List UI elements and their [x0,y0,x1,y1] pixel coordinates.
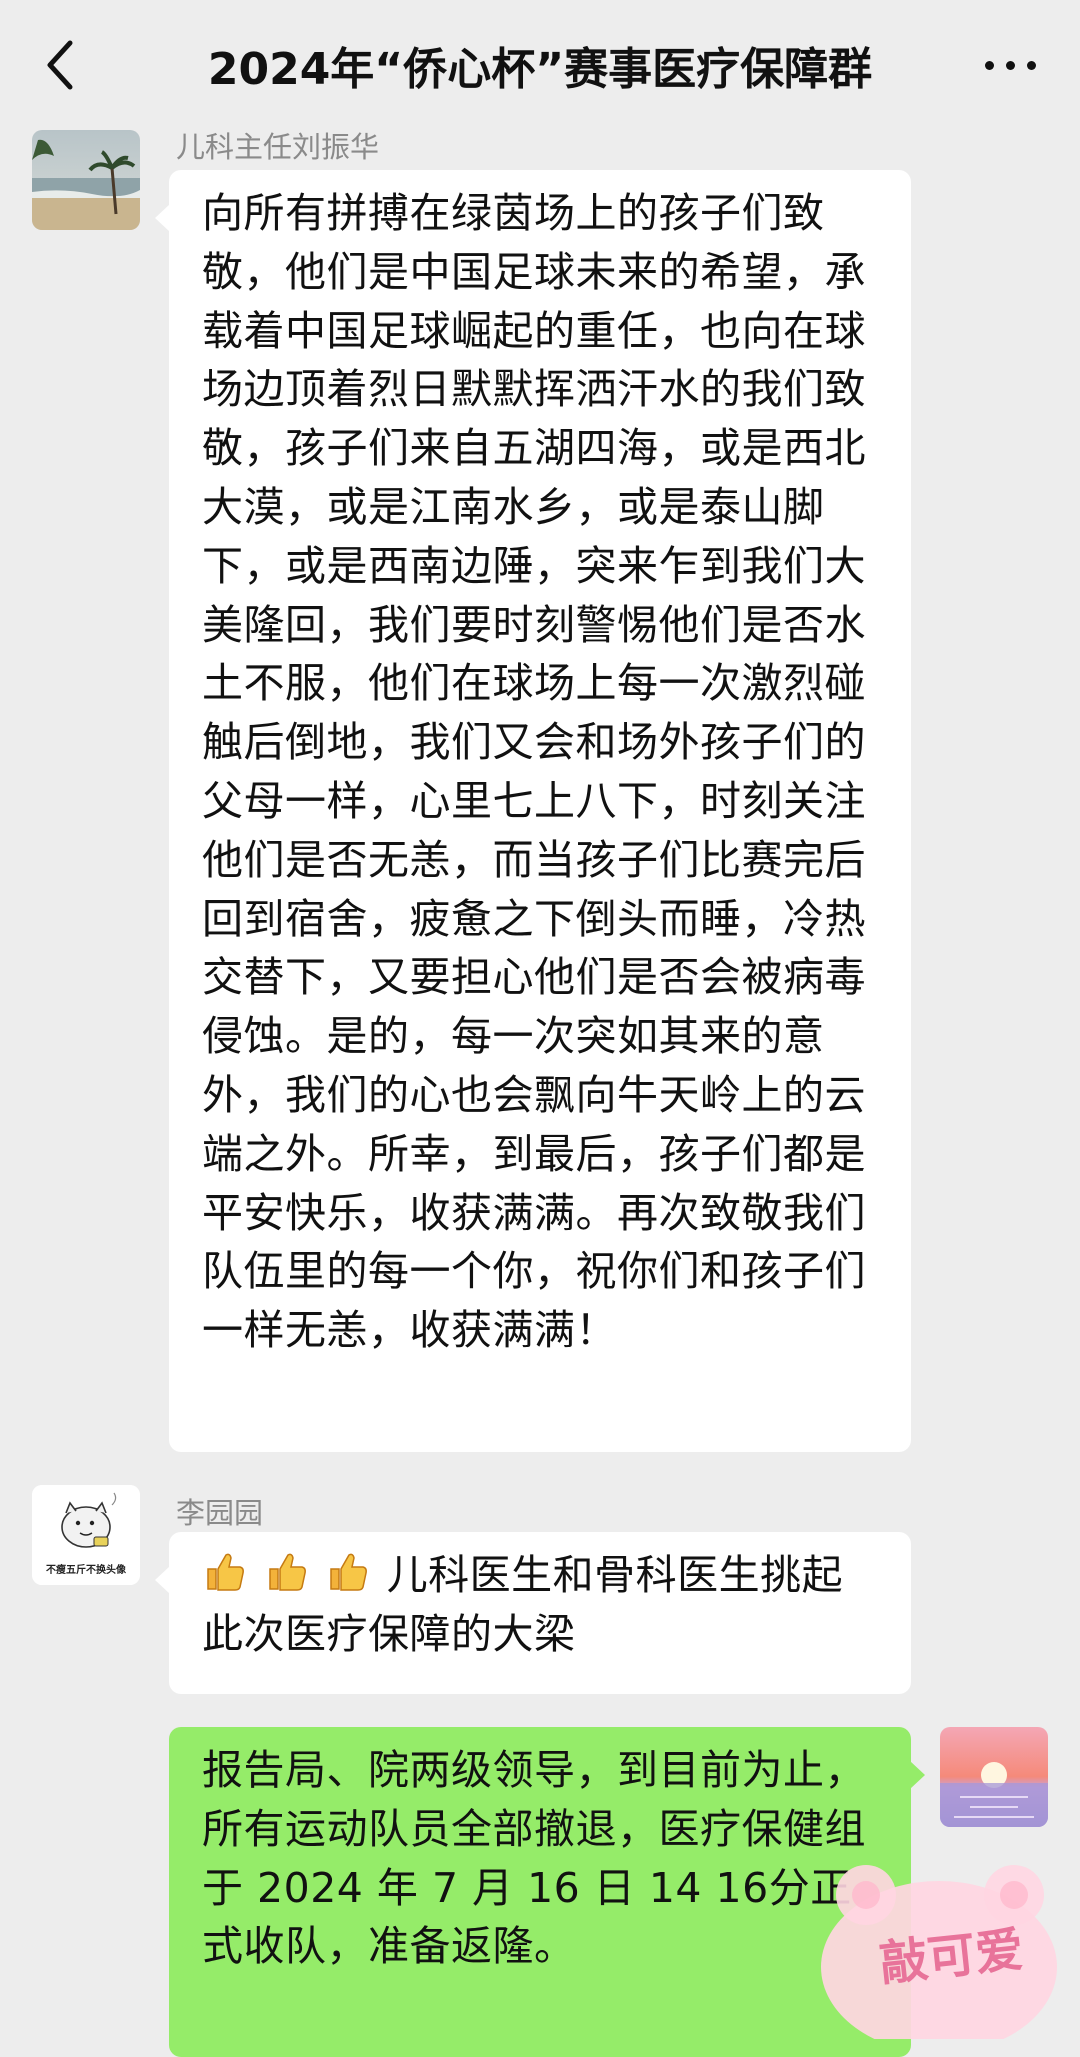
sender-name: 儿科主任刘振华 [176,130,380,164]
thumbs-up-icon [325,1551,387,1599]
avatar[interactable] [940,1727,1048,1827]
thumbs-up-icon [202,1551,264,1599]
watermark-sticker: 敲可爱 [808,1855,1070,2053]
message-text: 报告局、院两级领导，到目前为止，所有运动队员全部撤退，医疗保健组于 2024 年… [202,1746,866,1971]
avatar[interactable]: 不瘦五斤不换头像 [32,1485,140,1585]
thumbs-up-icon [264,1551,326,1599]
chat-title: 2024年“侨心杯”赛事医疗保障群 [207,44,873,95]
back-button[interactable] [30,30,90,100]
more-dots-icon [984,60,1036,70]
message-bubble[interactable]: 报告局、院两级领导，到目前为止，所有运动队员全部撤退，医疗保健组于 2024 年… [169,1727,925,2057]
more-button[interactable] [970,30,1050,100]
sender-name: 李园园 [176,1496,264,1530]
chat-header: 2024年“侨心杯”赛事医疗保障群 [0,0,1080,130]
message-text: 向所有拼搏在绿茵场上的孩子们致敬，他们是中国足球未来的希望，承载着中国足球崛起的… [202,189,866,1355]
chevron-left-icon [47,40,73,90]
message-bubble[interactable]: 儿科医生和骨科医生挑起此次医疗保障的大梁 [155,1532,911,1694]
avatar[interactable] [32,130,140,230]
sunset-avatar-image [940,1727,1048,1827]
message-bubble[interactable]: 向所有拼搏在绿茵场上的孩子们致敬，他们是中国足球未来的希望，承载着中国足球崛起的… [155,170,911,1452]
beach-avatar-image [32,130,140,230]
avatar-caption: 不瘦五斤不换头像 [46,1565,126,1576]
